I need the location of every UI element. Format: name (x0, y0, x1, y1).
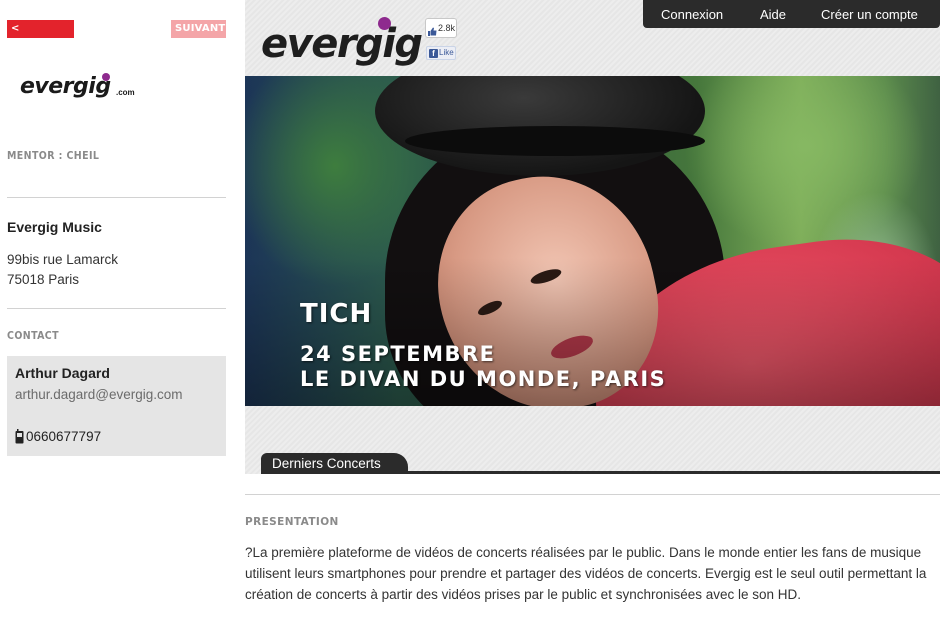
hero-venue: LE DIVAN DU MONDE, PARIS (300, 367, 667, 391)
sidebar: < PRÉCÉDENT SUIVANT > evergig .com MENTO… (0, 0, 232, 638)
facebook-icon: f (429, 48, 438, 58)
top-menu-bar: Connexion Aide Créer un compte (643, 0, 940, 28)
main-content: evergig 2.8k f Like Connexion Aide Créer… (245, 0, 940, 638)
facebook-like-button[interactable]: f Like (426, 46, 456, 60)
content-divider (245, 494, 940, 495)
phone-icon (15, 429, 24, 444)
presentation-label: PRESENTATION (245, 516, 339, 528)
contact-email[interactable]: arthur.dagard@evergig.com (15, 387, 183, 402)
sidebar-divider (7, 308, 226, 309)
like-count: 2.8k (438, 23, 456, 33)
contact-label: CONTACT (7, 330, 59, 342)
facebook-like-label: Like (439, 48, 454, 57)
sidebar-logo-text: evergig (20, 74, 111, 99)
logo-dot-icon (102, 73, 110, 81)
hero-date: 24 SEPTEMBRE (300, 342, 496, 366)
header-panel: evergig 2.8k f Like Connexion Aide Créer… (245, 0, 940, 474)
sidebar-logo[interactable]: evergig .com (20, 70, 140, 110)
sidebar-divider (7, 197, 226, 198)
tab-derniers-concerts[interactable]: Derniers Concerts (261, 453, 408, 474)
company-address: 99bis rue Lamarck 75018 Paris (7, 250, 118, 290)
hero-banner[interactable]: TICH 24 SEPTEMBRE LE DIVAN DU MONDE, PAR… (245, 76, 940, 406)
address-line-2: 75018 Paris (7, 272, 80, 287)
hero-artist: TICH (300, 299, 373, 329)
main-logo[interactable]: evergig (261, 17, 423, 68)
contact-card: Arthur Dagard arthur.dagard@evergig.com … (7, 356, 226, 456)
main-logo-text: evergig (261, 21, 423, 67)
contact-name: Arthur Dagard (15, 365, 110, 381)
contact-phone: 0660677797 (15, 429, 101, 444)
previous-button[interactable]: < PRÉCÉDENT (7, 20, 79, 52)
like-count-badge: 2.8k (425, 18, 457, 38)
company-name: Evergig Music (7, 219, 102, 235)
presentation-text: ?La première plateforme de vidéos de con… (245, 545, 927, 602)
thumbs-up-icon (428, 24, 437, 36)
create-account-link[interactable]: Créer un compte (821, 7, 918, 22)
logo-dot-icon (378, 17, 391, 30)
sidebar-logo-suffix: .com (116, 88, 135, 97)
contact-phone-number: 0660677797 (26, 429, 102, 444)
help-link[interactable]: Aide (760, 7, 786, 22)
login-link[interactable]: Connexion (661, 7, 723, 22)
mentor-label: MENTOR : CHEIL (7, 150, 100, 162)
address-line-1: 99bis rue Lamarck (7, 252, 119, 267)
next-button[interactable]: SUIVANT > (171, 20, 226, 52)
